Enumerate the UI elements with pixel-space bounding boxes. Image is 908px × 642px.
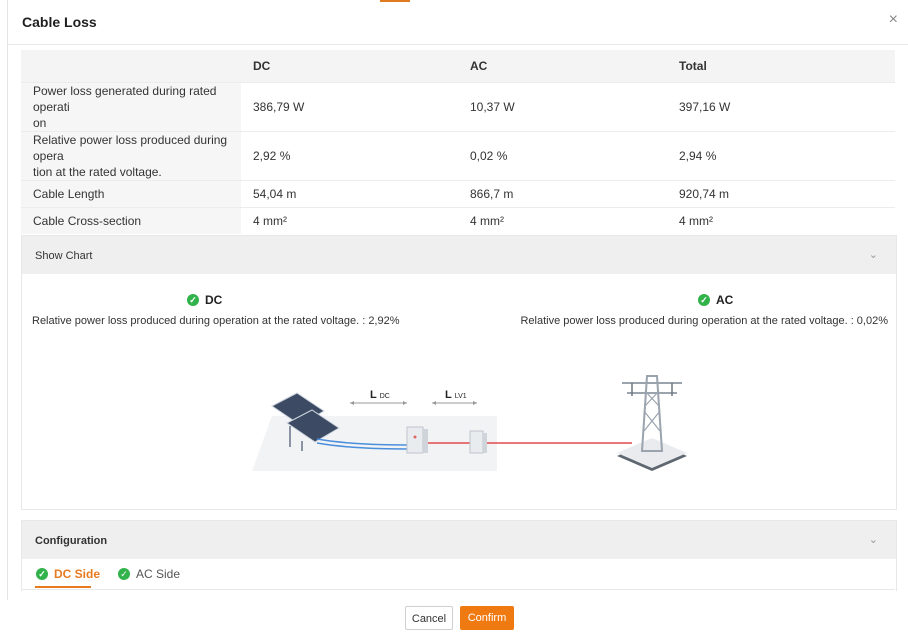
- tab-dc-side[interactable]: ✓ DC Side: [36, 567, 100, 581]
- table-header-dc: DC: [241, 50, 458, 83]
- row-label-text: Power loss generated during rated operat…: [33, 84, 217, 130]
- table-header-row: DC AC Total: [21, 50, 895, 83]
- dialog-title: Cable Loss: [22, 14, 97, 30]
- cell-ac: 4 mm²: [458, 207, 667, 234]
- cell-dc: 386,79 W: [241, 82, 458, 132]
- lv-length-marker: [432, 401, 477, 405]
- row-label: Cable Length: [21, 180, 241, 208]
- configuration-panel-title: Configuration: [35, 535, 108, 547]
- cell-total: 2,94 %: [667, 131, 895, 181]
- lv-length-label: L LV1: [445, 389, 467, 401]
- dc-length-label: L DC: [370, 389, 390, 401]
- dialog-header: Cable Loss ×: [8, 0, 908, 45]
- dc-description: Relative power loss produced during oper…: [32, 315, 400, 327]
- transmission-tower-icon: [617, 375, 687, 471]
- check-circle-icon: ✓: [187, 294, 199, 306]
- cell-ac: 0,02 %: [458, 131, 667, 181]
- cell-total: 920,74 m: [667, 180, 895, 208]
- table-header-ac: AC: [458, 50, 667, 83]
- table-row: Power loss generated during rated operat…: [21, 82, 895, 132]
- configuration-panel-header[interactable]: Configuration ⌄: [22, 521, 896, 559]
- row-label: Relative power loss produced during oper…: [21, 131, 241, 181]
- ac-section-label: ✓ AC: [698, 293, 733, 307]
- check-circle-icon: ✓: [36, 568, 48, 580]
- table-row: Cable Cross-section 4 mm² 4 mm² 4 mm²: [21, 207, 895, 234]
- cell-dc: 4 mm²: [241, 207, 458, 234]
- chart-panel-title: Show Chart: [35, 250, 93, 262]
- dc-label: DC: [205, 293, 223, 307]
- table-header-label: [21, 50, 241, 83]
- active-tab-indicator: [35, 586, 91, 588]
- cell-ac: 10,37 W: [458, 82, 667, 132]
- tab-ac-side[interactable]: ✓ AC Side: [118, 567, 180, 581]
- combiner-box-icon: [469, 430, 487, 454]
- chart-panel-header[interactable]: Show Chart ⌄: [22, 236, 896, 274]
- chevron-down-icon[interactable]: ⌄: [869, 533, 878, 546]
- row-label-text: Relative power loss produced during oper…: [33, 133, 228, 179]
- ac-label: AC: [716, 293, 734, 307]
- cell-total: 397,16 W: [667, 82, 895, 132]
- cell-dc: 2,92 %: [241, 131, 458, 181]
- table-row: Cable Length 54,04 m 866,7 m 920,74 m: [21, 180, 895, 208]
- cell-ac: 866,7 m: [458, 180, 667, 208]
- tab-dc-side-label: DC Side: [54, 567, 101, 581]
- ac-description: Relative power loss produced during oper…: [520, 315, 888, 327]
- cancel-button[interactable]: Cancel: [405, 606, 453, 630]
- chart-panel: Show Chart ⌄ ✓ DC Relative power loss pr…: [21, 235, 897, 510]
- dc-section-label: ✓ DC: [187, 293, 222, 307]
- confirm-button[interactable]: Confirm: [460, 606, 514, 630]
- cell-dc: 54,04 m: [241, 180, 458, 208]
- dialog-left-edge: [7, 0, 8, 600]
- check-circle-icon: ✓: [698, 294, 710, 306]
- side-tabs: ✓ DC Side ✓ AC Side: [21, 561, 895, 590]
- tab-ac-side-label: AC Side: [136, 567, 181, 581]
- table-header-total: Total: [667, 50, 895, 83]
- row-label: Power loss generated during rated operat…: [21, 82, 241, 132]
- chevron-down-icon[interactable]: ⌄: [869, 248, 878, 261]
- cable-loss-table: DC AC Total Power loss generated during …: [21, 50, 895, 234]
- check-circle-icon: ✓: [118, 568, 130, 580]
- close-icon[interactable]: ×: [889, 11, 898, 29]
- cell-total: 4 mm²: [667, 207, 895, 234]
- row-label: Cable Cross-section: [21, 207, 241, 234]
- dc-length-marker: [350, 401, 407, 405]
- cable-diagram: L DC L LV1: [252, 375, 687, 471]
- inverter-icon: [406, 426, 428, 454]
- table-row: Relative power loss produced during oper…: [21, 131, 895, 181]
